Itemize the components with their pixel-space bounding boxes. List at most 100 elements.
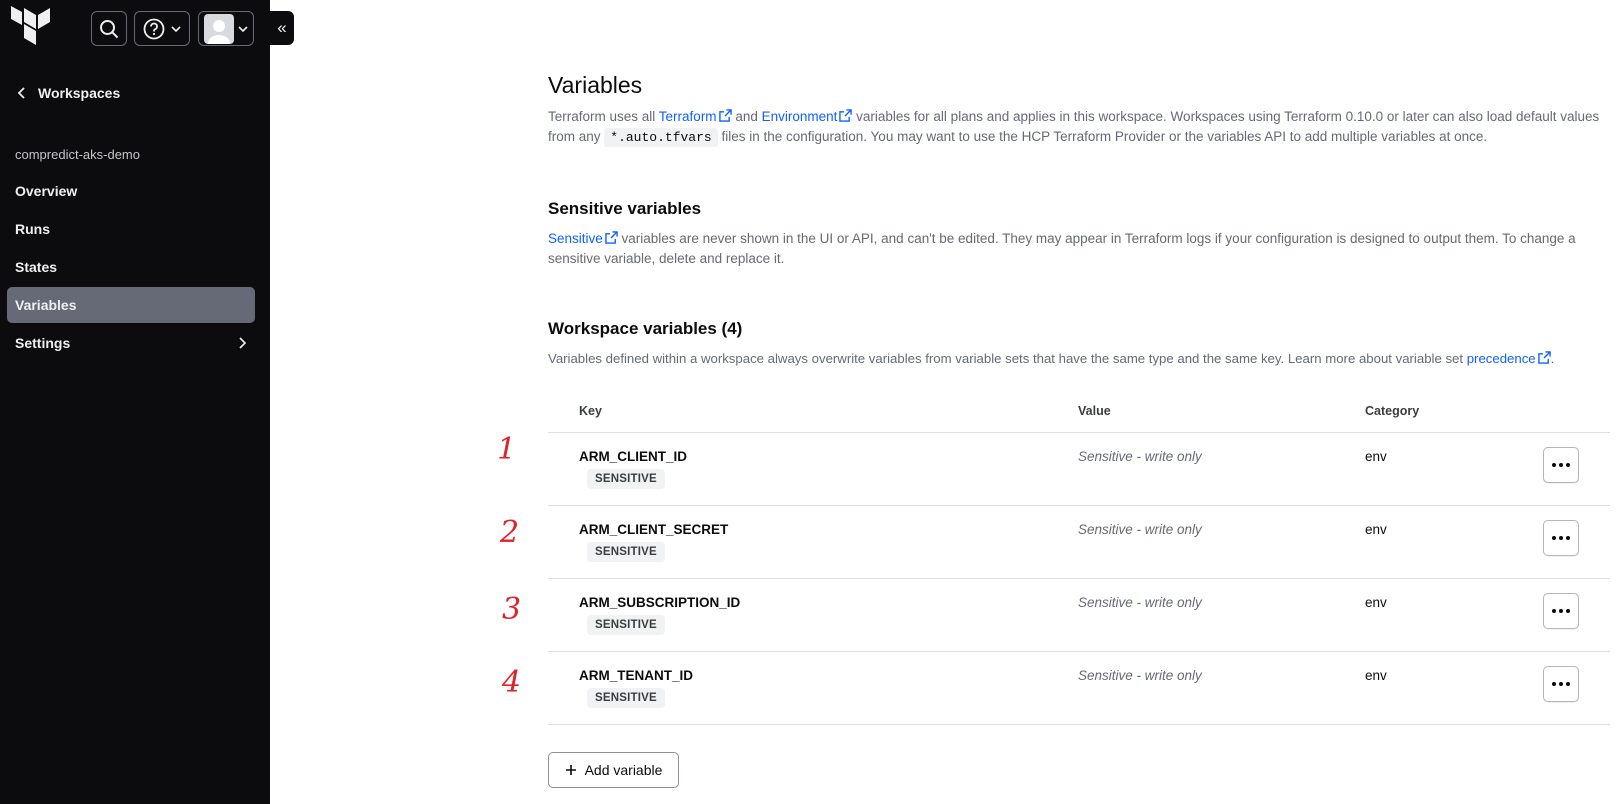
more-icon bbox=[1559, 536, 1563, 540]
nav-item-states[interactable]: States bbox=[7, 249, 255, 285]
external-link-icon bbox=[605, 231, 618, 244]
variable-category: env bbox=[1365, 595, 1387, 610]
environment-variables-link[interactable]: Environment bbox=[762, 109, 853, 124]
avatar bbox=[204, 13, 234, 44]
more-icon bbox=[1559, 682, 1563, 686]
back-link-label: Workspaces bbox=[38, 85, 121, 101]
annotation-2: 2 bbox=[500, 515, 520, 550]
add-variable-label: Add variable bbox=[584, 762, 663, 778]
variable-key: ARM_TENANT_ID bbox=[579, 668, 694, 683]
more-icon bbox=[1552, 609, 1556, 613]
workspace-nav: Overview Runs States Variables Settings bbox=[7, 173, 255, 363]
more-icon bbox=[1559, 609, 1563, 613]
variable-key: ARM_SUBSCRIPTION_ID bbox=[579, 595, 741, 610]
annotation-1: 1 bbox=[497, 432, 517, 467]
search-button[interactable] bbox=[91, 11, 127, 46]
workspace-vars-text-end: . bbox=[1550, 351, 1555, 366]
link-label: Sensitive bbox=[548, 231, 603, 246]
tfvars-code: *.auto.tfvars bbox=[604, 128, 718, 147]
variable-category: env bbox=[1365, 668, 1387, 683]
sensitive-text: variables are never shown in the UI or A… bbox=[548, 231, 1576, 266]
more-icon bbox=[1566, 536, 1570, 540]
annotation-4: 4 bbox=[502, 665, 522, 700]
sensitive-badge: SENSITIVE bbox=[587, 469, 665, 489]
variable-category: env bbox=[1365, 449, 1387, 464]
column-header-value: Value bbox=[1078, 404, 1111, 418]
sensitive-badge: SENSITIVE bbox=[587, 615, 665, 635]
terraform-variables-link[interactable]: Terraform bbox=[659, 109, 732, 124]
help-menu-button[interactable] bbox=[134, 11, 190, 46]
chevron-down-icon bbox=[171, 25, 181, 32]
help-icon bbox=[143, 18, 165, 39]
row-actions-button[interactable] bbox=[1543, 666, 1579, 702]
chevron-right-icon bbox=[239, 337, 246, 349]
more-icon bbox=[1552, 463, 1556, 467]
row-actions-button[interactable] bbox=[1543, 447, 1579, 483]
column-header-category: Category bbox=[1365, 404, 1420, 418]
nav-item-label: States bbox=[15, 259, 58, 275]
nav-item-variables[interactable]: Variables bbox=[7, 287, 255, 323]
row-actions-button[interactable] bbox=[1543, 593, 1579, 629]
chevron-left-icon bbox=[18, 87, 25, 99]
user-menu-button[interactable] bbox=[198, 11, 254, 46]
collapse-icon: « bbox=[277, 18, 287, 37]
back-to-workspaces-link[interactable]: Workspaces bbox=[18, 85, 120, 101]
table-header: Key Value Category bbox=[548, 390, 1610, 433]
external-link-icon bbox=[1537, 351, 1551, 364]
table-row: ARM_TENANT_ID SENSITIVE Sensitive - writ… bbox=[548, 652, 1610, 725]
sensitive-badge: SENSITIVE bbox=[587, 542, 665, 562]
workspace-vars-text: Variables defined within a workspace alw… bbox=[548, 351, 1467, 366]
external-link-icon bbox=[718, 109, 732, 122]
workspace-variables-heading: Workspace variables (4) bbox=[548, 319, 743, 338]
variable-value: Sensitive - write only bbox=[1078, 522, 1202, 537]
link-label: Terraform bbox=[658, 109, 717, 124]
more-icon bbox=[1552, 682, 1556, 686]
search-icon bbox=[100, 19, 119, 38]
intro-text: files in the configuration. You may want… bbox=[717, 129, 1488, 144]
intro-text: Terraform uses all bbox=[548, 109, 659, 124]
more-icon bbox=[1566, 609, 1570, 613]
nav-item-label: Overview bbox=[15, 183, 78, 199]
variable-key: ARM_CLIENT_ID bbox=[579, 449, 688, 464]
table-row: ARM_CLIENT_SECRET SENSITIVE Sensitive - … bbox=[548, 506, 1610, 579]
link-label: Environment bbox=[761, 109, 838, 124]
precedence-link[interactable]: precedence bbox=[1467, 351, 1551, 366]
external-link-icon bbox=[839, 109, 853, 122]
sensitive-variables-heading: Sensitive variables bbox=[548, 199, 702, 218]
collapse-sidebar-button[interactable]: « bbox=[270, 11, 294, 45]
terraform-logo-icon[interactable] bbox=[10, 6, 52, 50]
variables-table: Key Value Category ARM_CLIENT_ID SENSITI… bbox=[548, 390, 1610, 725]
sensitive-link[interactable]: Sensitive bbox=[548, 231, 618, 246]
more-icon bbox=[1559, 463, 1563, 467]
nav-item-label: Variables bbox=[15, 297, 77, 313]
workspace-variables-description: Variables defined within a workspace alw… bbox=[548, 349, 1623, 369]
more-icon bbox=[1552, 536, 1556, 540]
row-actions-button[interactable] bbox=[1543, 520, 1579, 556]
variable-value: Sensitive - write only bbox=[1078, 449, 1202, 464]
variables-intro: Terraform uses all Terraform and Environ… bbox=[548, 107, 1608, 148]
nav-item-label: Runs bbox=[15, 221, 50, 237]
annotation-3: 3 bbox=[502, 592, 522, 627]
plus-icon bbox=[565, 765, 576, 775]
column-header-key: Key bbox=[579, 404, 602, 418]
table-row: ARM_CLIENT_ID SENSITIVE Sensitive - writ… bbox=[548, 433, 1610, 506]
variable-value: Sensitive - write only bbox=[1078, 668, 1202, 683]
intro-text: and bbox=[731, 109, 762, 124]
nav-item-settings[interactable]: Settings bbox=[7, 325, 255, 361]
nav-item-overview[interactable]: Overview bbox=[7, 173, 255, 209]
link-label: precedence bbox=[1466, 351, 1536, 366]
variable-value: Sensitive - write only bbox=[1078, 595, 1202, 610]
sensitive-variables-description: Sensitive variables are never shown in t… bbox=[548, 229, 1618, 269]
workspace-name: compredict-aks-demo bbox=[15, 147, 140, 162]
add-variable-button[interactable]: Add variable bbox=[548, 752, 679, 788]
sidebar: Workspaces compredict-aks-demo Overview … bbox=[0, 0, 270, 804]
more-icon bbox=[1566, 682, 1570, 686]
table-row: ARM_SUBSCRIPTION_ID SENSITIVE Sensitive … bbox=[548, 579, 1610, 652]
variable-category: env bbox=[1365, 522, 1387, 537]
nav-item-runs[interactable]: Runs bbox=[7, 211, 255, 247]
variable-key: ARM_CLIENT_SECRET bbox=[579, 522, 729, 537]
sensitive-badge: SENSITIVE bbox=[587, 688, 665, 708]
page-title: Variables bbox=[548, 72, 643, 98]
more-icon bbox=[1566, 463, 1570, 467]
chevron-down-icon bbox=[238, 25, 248, 32]
